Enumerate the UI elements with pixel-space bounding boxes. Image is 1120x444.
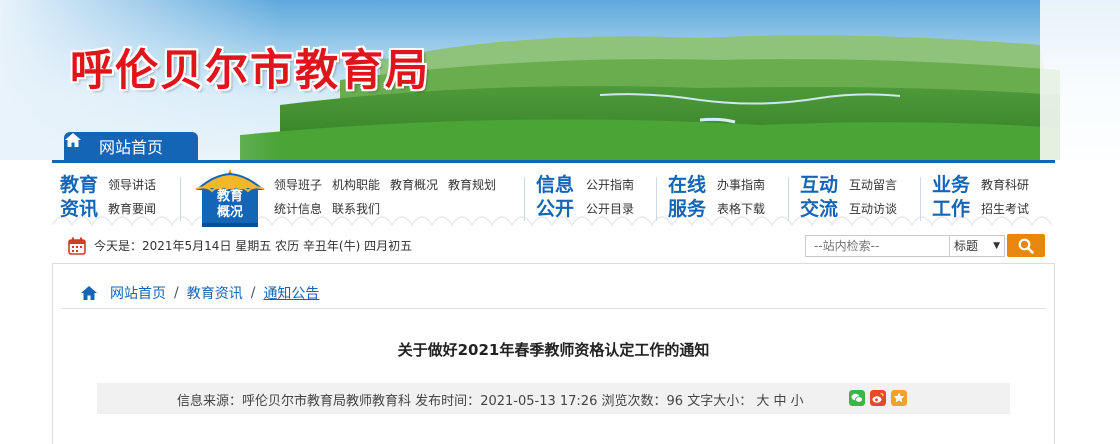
nav-cat-online-service[interactable]: 在线 服务	[668, 173, 716, 221]
meta-source-label: 信息来源：	[177, 394, 243, 409]
nav-link[interactable]: 表格下载	[717, 197, 765, 221]
nav-link[interactable]: 领导讲话	[108, 173, 156, 197]
nav-cat-line2: 交流	[800, 198, 839, 220]
nav-link[interactable]: 教育概况	[390, 173, 438, 197]
nav-link[interactable]: 互动留言	[849, 173, 897, 197]
main-nav: 教育 资讯 领导讲话 教育要闻 教育 概况 领导班子 机构职能 教育概况 教育规…	[52, 163, 1055, 229]
breadcrumb-divider	[61, 308, 1046, 309]
meta-time: 2021-05-13 17:26	[480, 394, 598, 409]
yurt-badge-line1: 教育	[216, 189, 243, 204]
nav-link[interactable]: 公开目录	[586, 197, 634, 221]
nav-link[interactable]: 教育要闻	[108, 197, 156, 221]
nav-cat-business[interactable]: 业务 工作	[932, 173, 980, 221]
yurt-badge-label[interactable]: 教育 概况	[203, 189, 257, 221]
nav-cat-line2: 工作	[932, 198, 971, 220]
nav-link[interactable]: 统计信息	[274, 197, 322, 221]
search-scope-value: 标题	[954, 239, 979, 253]
nav-divider	[920, 177, 921, 221]
nav-cat-line1: 教育	[60, 174, 99, 196]
home-tab[interactable]: 网站首页	[64, 132, 198, 160]
nav-link[interactable]: 联系我们	[332, 197, 380, 221]
home-tab-label: 网站首页	[98, 138, 163, 157]
breadcrumb-current[interactable]: 通知公告	[263, 283, 319, 303]
chevron-down-icon: ▼	[993, 241, 1000, 251]
meta-views: 96	[666, 394, 684, 409]
article-meta-bar: 信息来源：呼伦贝尔市教育局教师教育科 发布时间：2021-05-13 17:26…	[97, 383, 1010, 414]
meta-time-label: 发布时间：	[415, 394, 481, 409]
meta-source: 呼伦贝尔市教育局教师教育科	[242, 394, 412, 409]
search-button[interactable]	[1007, 234, 1045, 257]
nav-link[interactable]: 招生考试	[981, 197, 1029, 221]
nav-link[interactable]: 领导班子	[274, 173, 322, 197]
article-title: 关于做好2021年春季教师资格认定工作的通知	[397, 341, 710, 359]
current-date: 今天是：2021年5月14日 星期五 农历 辛丑年(牛) 四月初五	[94, 239, 413, 253]
article-panel: 网站首页 / 教育资讯 / 通知公告 关于做好2021年春季教师资格认定工作的通…	[52, 263, 1055, 444]
nav-cat-line1: 业务	[932, 174, 971, 196]
calendar-icon	[68, 237, 86, 255]
nav-link[interactable]: 教育规划	[448, 173, 496, 197]
nav-divider	[656, 177, 657, 221]
breadcrumb-home[interactable]: 网站首页	[110, 283, 166, 303]
nav-cat-line2: 资讯	[60, 198, 99, 220]
nav-divider	[180, 177, 181, 221]
article-meta: 信息来源：呼伦贝尔市教育局教师教育科 发布时间：2021-05-13 17:26…	[177, 390, 804, 409]
nav-link[interactable]: 互动访谈	[849, 197, 897, 221]
nav-link[interactable]: 机构职能	[332, 173, 380, 197]
site-title: 呼伦贝尔市教育局	[70, 46, 430, 96]
nav-link[interactable]: 公开指南	[586, 173, 634, 197]
breadcrumb-separator: /	[174, 285, 179, 301]
nav-link[interactable]: 办事指南	[717, 173, 765, 197]
nav-cat-interaction[interactable]: 互动 交流	[800, 173, 848, 221]
font-size-large[interactable]: 大	[756, 394, 769, 409]
breadcrumb-section[interactable]: 教育资讯	[187, 283, 243, 303]
search-icon	[1018, 238, 1034, 254]
nav-cat-education-news[interactable]: 教育 资讯	[60, 173, 108, 221]
meta-views-label: 浏览次数：	[601, 394, 667, 409]
nav-cat-line1: 信息	[536, 174, 575, 196]
nav-cat-line1: 在线	[668, 174, 707, 196]
date-search-bar: 今天是：2021年5月14日 星期五 农历 辛丑年(牛) 四月初五 标题 ▼	[52, 229, 1055, 263]
yurt-badge-line2: 概况	[216, 205, 243, 220]
breadcrumb: 网站首页 / 教育资讯 / 通知公告	[80, 283, 319, 303]
nav-cat-line2: 公开	[536, 198, 575, 220]
home-icon	[65, 133, 81, 147]
font-size-small[interactable]: 小	[791, 394, 804, 409]
meta-font-label: 文字大小：	[687, 394, 753, 409]
search-scope-select[interactable]: 标题 ▼	[949, 235, 1005, 257]
wechat-icon[interactable]	[849, 390, 865, 406]
favorite-icon[interactable]	[891, 390, 907, 406]
nav-cat-line2: 服务	[668, 198, 707, 220]
nav-divider	[524, 177, 525, 221]
font-size-medium[interactable]: 中	[774, 394, 787, 409]
nav-divider	[788, 177, 789, 221]
nav-cat-line1: 互动	[800, 174, 839, 196]
nav-cat-info-open[interactable]: 信息 公开	[536, 173, 584, 221]
header-banner: 呼伦贝尔市教育局 网站首页	[0, 0, 1120, 160]
home-icon	[81, 286, 97, 300]
breadcrumb-separator: /	[250, 285, 256, 301]
nav-link[interactable]: 教育科研	[981, 173, 1029, 197]
weibo-icon[interactable]	[870, 390, 886, 406]
search-input[interactable]	[805, 235, 955, 257]
